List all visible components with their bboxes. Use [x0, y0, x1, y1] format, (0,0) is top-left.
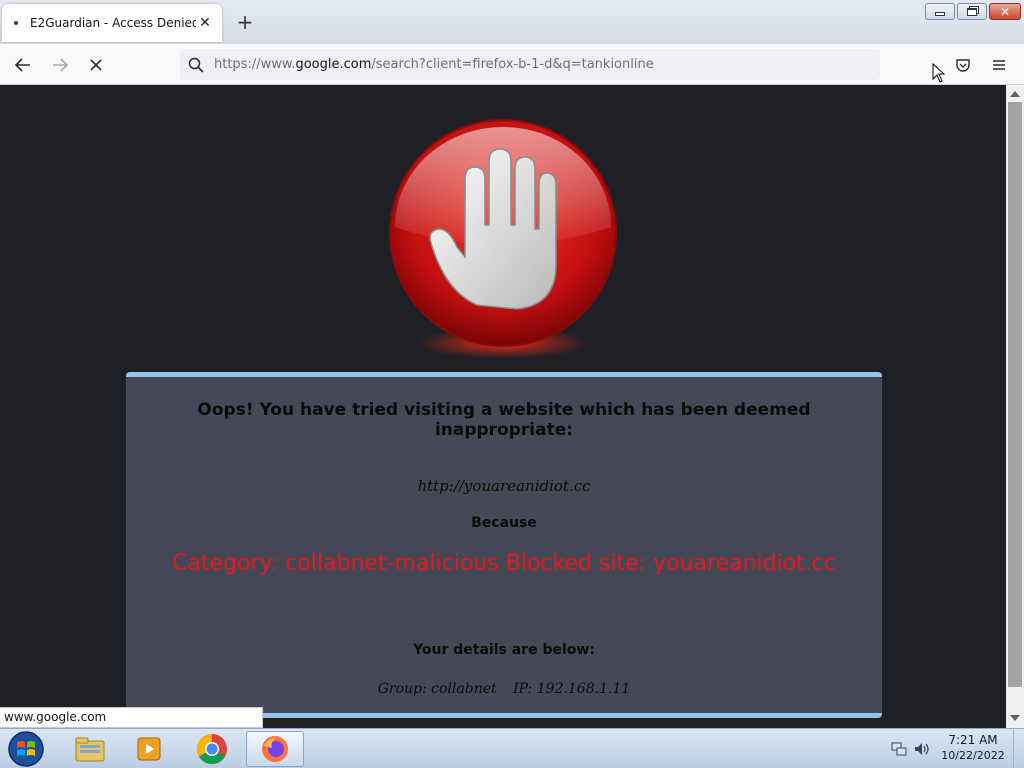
chrome-icon: [196, 734, 227, 765]
scroll-down-arrow-icon[interactable]: [1010, 715, 1020, 721]
url-path: /search?client=firefox-b-1-d&q=tankionli…: [371, 57, 654, 72]
taskbar-explorer[interactable]: [61, 731, 119, 767]
search-icon: [188, 57, 204, 73]
group-text: Group: collabnet: [377, 681, 497, 697]
network-icon[interactable]: [890, 740, 908, 758]
restore-icon: [967, 7, 977, 16]
because-label: Because: [471, 515, 537, 531]
clock-time: 7:21 AM: [948, 733, 998, 747]
scroll-up-arrow-icon[interactable]: [1010, 91, 1020, 97]
forward-button[interactable]: [47, 52, 73, 78]
minimize-button[interactable]: [925, 3, 955, 20]
mouse-cursor-icon: [932, 63, 946, 83]
close-window-button[interactable]: ✕: [989, 3, 1021, 20]
url-bar[interactable]: https://www.google.com/search?client=fir…: [180, 49, 880, 80]
hamburger-menu-icon: [993, 60, 1005, 70]
scrollbar-thumb[interactable]: [1008, 102, 1022, 687]
pocket-icon: [956, 59, 970, 72]
close-icon: ✕: [999, 4, 1011, 19]
denied-heading: Oops! You have tried visiting a website …: [197, 400, 811, 440]
status-bar-link: www.google.com: [0, 707, 263, 728]
back-button[interactable]: [10, 52, 36, 78]
app-menu-button[interactable]: [986, 52, 1012, 78]
stop-x-icon: [90, 59, 102, 71]
stop-loading-button[interactable]: [83, 52, 109, 78]
show-desktop-button[interactable]: [1013, 729, 1024, 768]
back-arrow-icon: [14, 58, 30, 72]
pocket-button[interactable]: [950, 52, 976, 78]
taskbar: 7:21 AM 10/22/2022: [0, 728, 1024, 768]
taskbar-firefox[interactable]: [246, 731, 304, 767]
tab-loading-icon: [14, 21, 18, 25]
stop-hand-icon: [389, 119, 617, 359]
tab-close-button[interactable]: ✕: [196, 14, 214, 32]
taskbar-clock[interactable]: 7:21 AM 10/22/2022: [940, 733, 1006, 763]
url-prefix: https://www.: [214, 57, 296, 72]
start-button[interactable]: [4, 730, 48, 768]
url-host: google.com: [295, 57, 372, 72]
folder-icon: [75, 737, 105, 762]
url-text[interactable]: https://www.google.com/search?client=fir…: [214, 57, 654, 72]
media-player-icon: [137, 737, 161, 761]
details-heading: Your details are below:: [413, 642, 595, 658]
volume-icon[interactable]: [913, 740, 931, 758]
navigation-toolbar: https://www.google.com/search?client=fir…: [0, 44, 1024, 85]
access-denied-panel: Oops! You have tried visiting a website …: [126, 372, 882, 718]
forward-arrow-icon: [53, 58, 69, 72]
minimize-icon: [935, 12, 945, 16]
user-details: Group: collabnet IP: 192.168.1.11: [126, 681, 882, 697]
taskbar-media-player[interactable]: [120, 731, 178, 767]
block-reason: Category: collabnet-malicious Blocked si…: [171, 551, 836, 576]
restore-button[interactable]: [957, 3, 987, 20]
new-tab-button[interactable]: +: [234, 12, 256, 34]
firefox-icon: [262, 736, 288, 762]
tab-strip: E2Guardian - Access Denied ✕ + ✕: [0, 0, 1024, 44]
clock-date: 10/22/2022: [941, 749, 1005, 762]
tab-access-denied[interactable]: E2Guardian - Access Denied ✕: [2, 4, 222, 42]
blocked-url: http://youareanidiot.cc: [417, 477, 591, 495]
page-content: Oops! You have tried visiting a website …: [0, 85, 1006, 728]
vertical-scrollbar[interactable]: [1006, 85, 1024, 728]
tab-title: E2Guardian - Access Denied: [30, 16, 196, 30]
taskbar-chrome[interactable]: [183, 731, 241, 767]
ip-text: IP: 192.168.1.11: [513, 681, 631, 697]
